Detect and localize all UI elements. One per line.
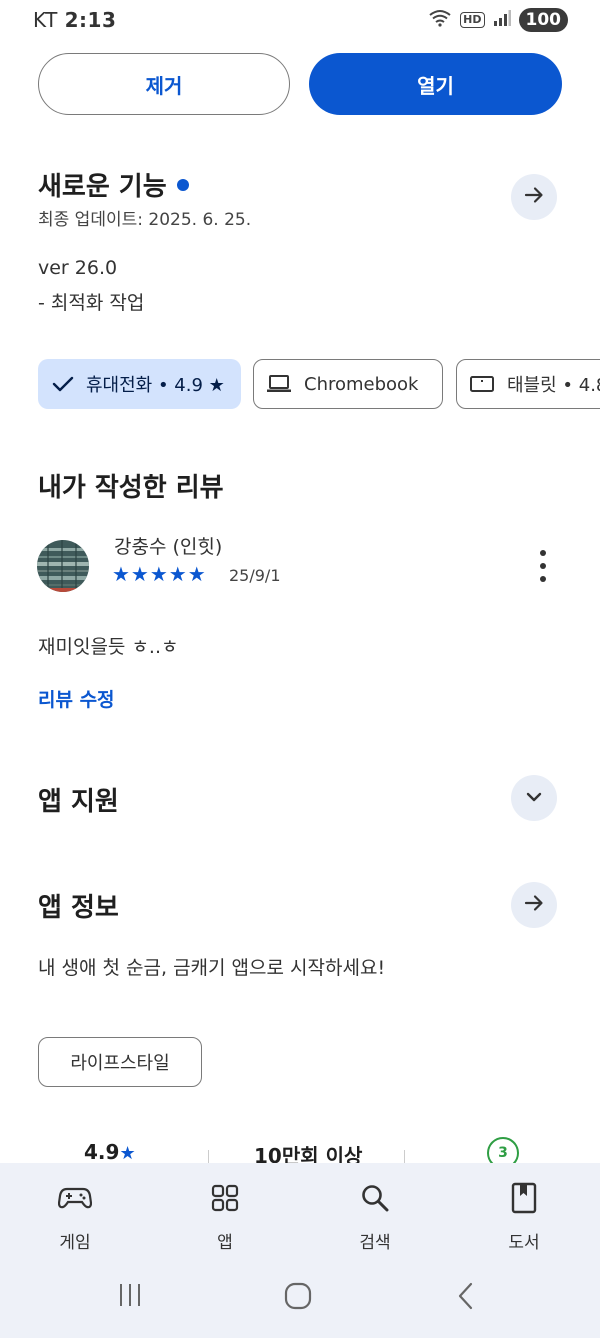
app-support-title: 앱 지원	[38, 787, 119, 817]
version-text: ver 26.0	[38, 257, 118, 279]
chip-chromebook[interactable]: Chromebook	[253, 359, 443, 409]
tablet-icon	[469, 374, 495, 394]
nav-apps-label: 앱	[217, 1233, 233, 1253]
nav-search[interactable]: 검색	[335, 1180, 415, 1253]
avatar	[37, 540, 89, 592]
laptop-icon	[266, 374, 292, 394]
nav-games[interactable]: 게임	[35, 1180, 115, 1253]
hd-badge: HD	[460, 12, 485, 28]
whats-new-title-text: 새로운 기능	[38, 172, 167, 202]
stat-rating: 4.9★	[84, 1140, 136, 1164]
app-info-title: 앱 정보	[38, 893, 119, 923]
chevron-down-icon	[524, 789, 544, 808]
nav-apps[interactable]: 앱	[185, 1180, 265, 1253]
nav-books[interactable]: 도서	[484, 1180, 564, 1253]
remove-button[interactable]: 제거	[38, 53, 290, 115]
chip-tablet-label: 태블릿 • 4.8	[507, 375, 600, 396]
reviewer-name: 강충수 (인힛)	[114, 536, 223, 558]
clock: 2:13	[64, 8, 117, 32]
edit-review-link[interactable]: 리뷰 수정	[38, 685, 115, 712]
more-options-icon[interactable]	[532, 550, 554, 582]
nav-search-label: 검색	[359, 1233, 391, 1253]
category-tag[interactable]: 라이프스타일	[38, 1037, 202, 1087]
wifi-icon	[428, 9, 452, 31]
status-right: HD 100	[428, 8, 568, 32]
signal-icon	[493, 10, 511, 30]
last-updated: 최종 업데이트: 2025. 6. 25.	[38, 210, 252, 230]
stat-rating-value: 4.9	[84, 1140, 120, 1164]
chip-phone-label: 휴대전화 • 4.9 ★	[86, 375, 225, 396]
release-notes: - 최적화 작업	[38, 292, 145, 314]
book-icon	[511, 1180, 537, 1216]
review-stars: ★★★★★	[112, 562, 207, 586]
back-icon[interactable]	[455, 1282, 477, 1314]
nav-games-label: 게임	[59, 1233, 91, 1253]
review-text: 재미잇을듯 ㅎ..ㅎ	[38, 636, 179, 658]
whats-new-title: 새로운 기능	[38, 166, 189, 203]
recent-apps-icon[interactable]	[117, 1282, 143, 1312]
gamepad-icon	[58, 1180, 92, 1216]
nav-books-label: 도서	[508, 1233, 540, 1253]
review-date: 25/9/1	[229, 566, 281, 585]
whats-new-arrow-button[interactable]	[511, 174, 557, 220]
app-description: 내 생애 첫 순금, 금캐기 앱으로 시작하세요!	[38, 957, 386, 979]
arrow-right-icon	[523, 184, 545, 210]
battery-indicator: 100	[518, 8, 568, 32]
open-button[interactable]: 열기	[309, 53, 562, 115]
new-indicator-dot	[176, 178, 189, 191]
status-bar: KT 2:13 HD 100	[0, 0, 600, 40]
app-support-expand-button[interactable]	[511, 775, 557, 821]
app-info-arrow-button[interactable]	[511, 882, 557, 928]
home-icon[interactable]	[284, 1282, 312, 1314]
my-review-title: 내가 작성한 리뷰	[38, 473, 224, 503]
arrow-right-icon	[523, 892, 545, 918]
chip-phone[interactable]: 휴대전화 • 4.9 ★	[38, 359, 241, 409]
status-left: KT 2:13	[33, 8, 116, 32]
search-icon	[360, 1180, 390, 1216]
chip-chromebook-label: Chromebook	[304, 373, 419, 395]
check-icon	[52, 375, 74, 393]
carrier: KT	[33, 8, 58, 32]
apps-grid-icon	[211, 1180, 239, 1216]
chip-tablet[interactable]: 태블릿 • 4.8	[456, 359, 600, 409]
star-icon: ★	[119, 1143, 136, 1164]
